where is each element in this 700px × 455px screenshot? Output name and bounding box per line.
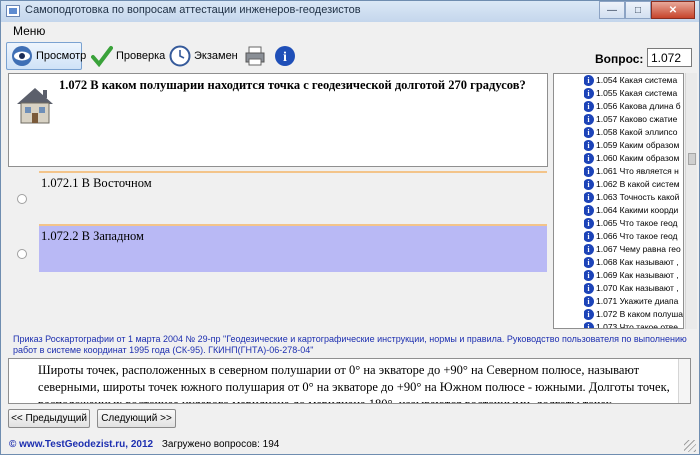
list-item[interactable]: i 1.054 Какая система [584,74,683,87]
info-icon: i [584,244,594,255]
toolbar: Просмотр Проверка Экзамен i Вопрос: [1,40,699,72]
list-item[interactable]: i 1.067 Чему равна гео [584,243,683,256]
house-icon [13,82,57,126]
explanation-panel: Широты точек, расположенных в северном п… [8,358,691,404]
checkmark-icon [91,45,113,68]
list-item-selected[interactable]: i 1.072 В каком полуша [584,308,683,321]
answer-1-radio[interactable] [17,194,27,204]
info-button[interactable]: i [274,42,298,70]
menu-bar: Меню [1,22,699,40]
close-button[interactable]: ✕ [651,1,695,19]
window-controls: — □ ✕ [599,1,695,19]
next-button[interactable]: Следующий >> [97,409,176,428]
exam-mode-label: Экзамен [194,50,238,62]
list-item[interactable]: i 1.056 Какова длина б [584,100,683,113]
question-panel: 1.072 В каком полушарии находится точка … [8,73,548,167]
loaded-count: Загружено вопросов: 194 [161,439,280,450]
info-icon: i [584,153,594,164]
resize-grip[interactable] [684,440,696,452]
info-icon: i [584,88,594,99]
list-item[interactable]: i 1.069 Как называют , [584,269,683,282]
view-mode-button[interactable]: Просмотр [6,42,86,70]
list-item[interactable]: i 1.070 Как называют , [584,282,683,295]
previous-button[interactable]: << Предыдущий [8,409,90,428]
answers-panel: 1.072.1 В Восточном 1.072.2 В Западном [8,169,548,329]
list-item[interactable]: i 1.068 Как называют , [584,256,683,269]
list-item[interactable]: i 1.065 Что такое геод [584,217,683,230]
info-icon: i [584,166,594,177]
info-icon: i [584,75,594,86]
info-icon: i [584,231,594,242]
view-mode-label: Просмотр [36,50,87,62]
list-item[interactable]: i 1.062 В какой систем [584,178,683,191]
info-icon: i [584,101,594,112]
list-item[interactable]: i 1.073 Что такое отве [584,321,683,328]
info-icon: i [584,283,594,294]
info-icon: i [584,270,594,281]
info-icon: i [584,296,594,307]
question-list: i 1.054 Какая система i 1.055 Какая систем… [553,73,684,329]
answer-option[interactable]: 1.072.1 В Восточном [39,171,547,219]
list-item[interactable]: i 1.059 Каким образом [584,139,683,152]
maximize-button[interactable]: □ [625,1,651,19]
info-icon: i [584,127,594,138]
clock-icon [169,45,191,67]
menu-item-main[interactable]: Меню [13,24,45,38]
info-icon: i [274,45,296,67]
question-number-input[interactable] [647,48,692,67]
scrollbar-thumb[interactable] [688,153,696,165]
info-icon: i [584,179,594,190]
list-item[interactable]: i 1.071 Укажите диапа [584,295,683,308]
print-button[interactable] [244,42,268,70]
answer-2-radio[interactable] [17,249,27,259]
svg-text:i: i [283,50,287,65]
info-icon: i [584,257,594,268]
status-bar: © www.TestGeodezist.ru, 2012 Загружено в… [1,435,699,454]
printer-icon [244,45,266,67]
info-icon: i [584,218,594,229]
list-item[interactable]: i 1.055 Какая система [584,87,683,100]
site-link[interactable]: © www.TestGeodezist.ru, 2012 [9,439,153,450]
info-icon: i [584,309,594,320]
info-icon: i [584,114,594,125]
explanation-text: Широты точек, расположенных в северном п… [38,363,670,404]
source-reference: Приказ Роскартографии от 1 марта 2004 № … [13,334,687,355]
question-list-scrollbar[interactable] [685,73,697,329]
answer-option-selected[interactable]: 1.072.2 В Западном [39,224,547,272]
check-mode-button[interactable]: Проверка [91,42,165,70]
info-icon: i [584,140,594,151]
check-mode-label: Проверка [116,50,166,62]
list-item[interactable]: i 1.060 Каким образом [584,152,683,165]
list-item[interactable]: i 1.064 Какими коорди [584,204,683,217]
app-icon [6,5,20,17]
explanation-scrollbar[interactable] [678,359,690,403]
app-window: Самоподготовка по вопросам аттестации ин… [0,0,700,455]
info-icon: i [584,322,594,328]
list-item[interactable]: i 1.058 Какой эллипсо [584,126,683,139]
window-title: Самоподготовка по вопросам аттестации ин… [25,4,361,16]
question-text: 1.072 В каком полушарии находится точка … [59,78,526,92]
list-item[interactable]: i 1.066 Что такое геод [584,230,683,243]
list-item[interactable]: i 1.057 Каково сжатие [584,113,683,126]
exam-mode-button[interactable]: Экзамен [169,42,239,70]
info-icon: i [584,205,594,216]
title-bar: Самоподготовка по вопросам аттестации ин… [1,1,699,22]
minimize-button[interactable]: — [599,1,625,19]
info-icon: i [584,192,594,203]
eye-icon [11,45,33,67]
list-item[interactable]: i 1.063 Точность какой [584,191,683,204]
question-number-label: Вопрос: [595,52,644,66]
list-item[interactable]: i 1.061 Что является н [584,165,683,178]
